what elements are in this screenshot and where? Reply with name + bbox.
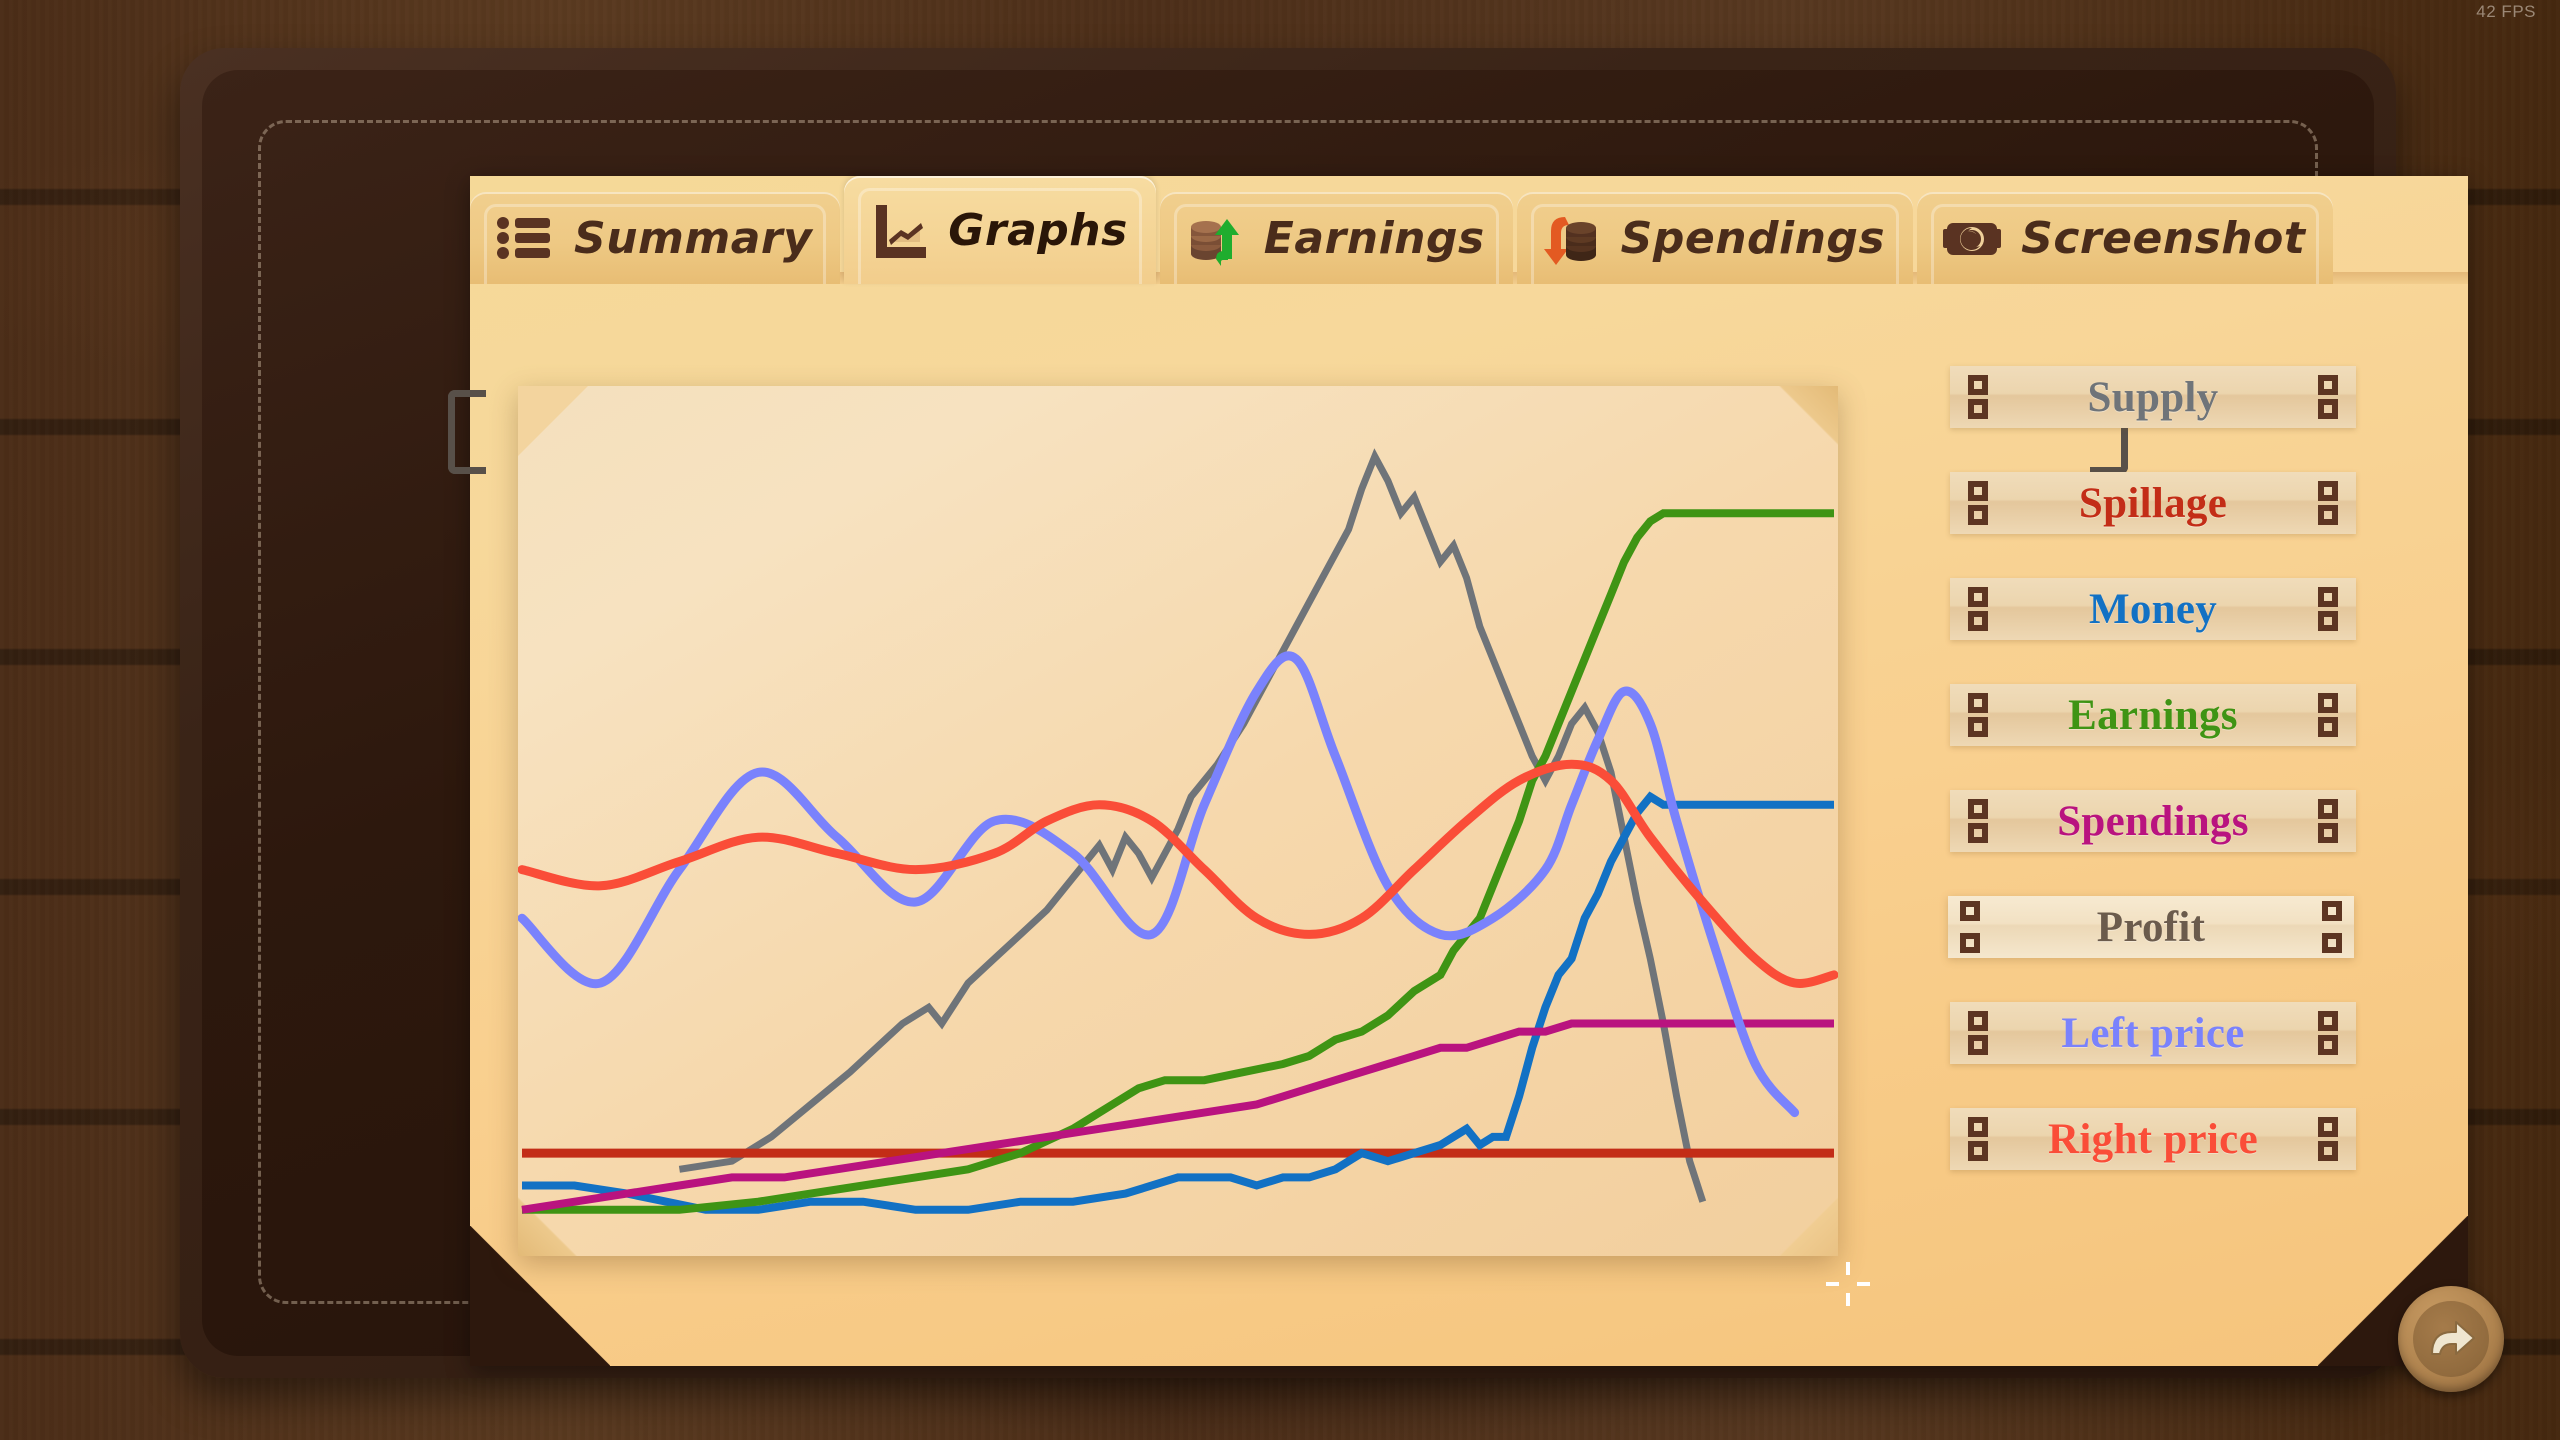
corner-bracket-icon xyxy=(2318,1117,2338,1137)
corner-bracket-icon xyxy=(2318,399,2338,419)
legend-button-supply[interactable]: Supply xyxy=(1950,366,2356,428)
corner-bracket-icon xyxy=(2318,1011,2338,1031)
corner-bracket-icon xyxy=(1968,1011,1988,1031)
legend-button-spillage[interactable]: Spillage xyxy=(1950,472,2356,534)
tab-bar: Summary Graphs xyxy=(470,176,2468,284)
legend-button-spendings[interactable]: Spendings xyxy=(1950,790,2356,852)
clipboard-frame: Summary Graphs xyxy=(180,48,2396,1378)
tab-label: Spendings xyxy=(1621,213,1885,264)
tab-screenshot[interactable]: Screenshot xyxy=(1917,192,2333,284)
tab-label: Summary xyxy=(574,213,812,264)
corner-bracket-icon xyxy=(2318,693,2338,713)
corner-bracket-icon xyxy=(1968,611,1988,631)
corner-bracket-icon xyxy=(2322,933,2342,953)
series-money xyxy=(522,797,1834,1210)
corner-bracket-icon xyxy=(2318,1035,2338,1055)
corner-bracket-icon xyxy=(2318,1141,2338,1161)
corner-bracket-icon xyxy=(1968,505,1988,525)
legend-label: Earnings xyxy=(2068,694,2238,737)
legend-panel: Supply Spillage Money Earnings xyxy=(1950,366,2356,1214)
corner-bracket-icon xyxy=(1968,1035,1988,1055)
legend-button-earnings[interactable]: Earnings xyxy=(1950,684,2356,746)
series-earnings xyxy=(522,513,1834,1210)
camera-icon xyxy=(1943,209,2001,267)
line-chart-plot xyxy=(518,386,1838,1256)
tab-earnings[interactable]: Earnings xyxy=(1160,192,1513,284)
coins-down-icon xyxy=(1543,209,1601,267)
clipboard-clip-left xyxy=(448,390,486,474)
tab-label: Screenshot xyxy=(2021,213,2305,264)
corner-bracket-icon xyxy=(1968,587,1988,607)
refresh-button[interactable] xyxy=(2398,1286,2504,1392)
legend-label: Spillage xyxy=(2079,482,2227,525)
legend-label: Left price xyxy=(2061,1012,2244,1055)
legend-button-right-price[interactable]: Right price xyxy=(1950,1108,2356,1170)
corner-bracket-icon xyxy=(2318,717,2338,737)
corner-bracket-icon xyxy=(1968,717,1988,737)
corner-bracket-icon xyxy=(1968,823,1988,843)
fps-counter: 42 FPS xyxy=(2476,2,2536,22)
corner-bracket-icon xyxy=(1968,399,1988,419)
tab-spendings[interactable]: Spendings xyxy=(1517,192,1913,284)
coins-up-icon xyxy=(1186,209,1244,267)
corner-bracket-icon xyxy=(1968,1117,1988,1137)
forward-arrow-icon xyxy=(2422,1310,2480,1368)
corner-bracket-icon xyxy=(1968,693,1988,713)
corner-bracket-icon xyxy=(1960,901,1980,921)
corner-bracket-icon xyxy=(2322,901,2342,921)
corner-bracket-icon xyxy=(1968,375,1988,395)
line-chart-icon xyxy=(870,201,928,259)
corner-bracket-icon xyxy=(1968,481,1988,501)
corner-bracket-icon xyxy=(2318,505,2338,525)
corner-bracket-icon xyxy=(2318,823,2338,843)
series-spendings xyxy=(522,1024,1834,1210)
corner-bracket-icon xyxy=(1968,799,1988,819)
chart-card xyxy=(518,386,1838,1256)
tab-label: Graphs xyxy=(948,205,1128,256)
corner-bracket-icon xyxy=(2318,587,2338,607)
legend-button-money[interactable]: Money xyxy=(1950,578,2356,640)
corner-bracket-icon xyxy=(1960,933,1980,953)
legend-button-profit[interactable]: Profit xyxy=(1948,896,2354,958)
tab-summary[interactable]: Summary xyxy=(470,192,840,284)
corner-bracket-icon xyxy=(2318,799,2338,819)
tab-graphs[interactable]: Graphs xyxy=(844,176,1156,284)
list-icon xyxy=(496,209,554,267)
legend-label: Supply xyxy=(2088,376,2219,419)
legend-label: Right price xyxy=(2048,1118,2258,1161)
corner-bracket-icon xyxy=(2318,375,2338,395)
legend-label: Money xyxy=(2089,588,2217,631)
corner-bracket-icon xyxy=(2318,481,2338,501)
tab-label: Earnings xyxy=(1264,213,1485,264)
legend-button-left-price[interactable]: Left price xyxy=(1950,1002,2356,1064)
refresh-button-inner xyxy=(2413,1301,2489,1377)
legend-label: Profit xyxy=(2097,906,2205,949)
corner-bracket-icon xyxy=(2318,611,2338,631)
legend-label: Spendings xyxy=(2057,800,2249,843)
corner-bracket-icon xyxy=(1968,1141,1988,1161)
